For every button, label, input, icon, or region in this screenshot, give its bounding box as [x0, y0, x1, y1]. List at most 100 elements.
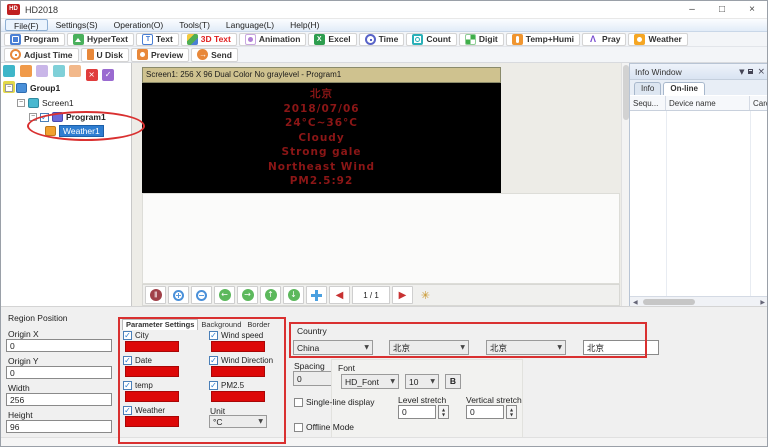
menu-help[interactable]: Help(H)	[282, 19, 327, 31]
wind-direction-checkbox[interactable]: ✓	[209, 356, 218, 365]
copy-icon[interactable]	[19, 65, 32, 77]
date-checkbox[interactable]: ✓	[123, 356, 132, 365]
move-right-button[interactable]: →	[237, 286, 258, 304]
digit-button[interactable]: Digit	[458, 32, 504, 46]
close-panel-icon[interactable]: ×	[757, 67, 765, 77]
width-field[interactable]	[6, 393, 112, 406]
collapse-icon[interactable]: −	[29, 113, 37, 121]
weather-color-swatch[interactable]	[125, 416, 179, 427]
menu-tools[interactable]: Tools(T)	[171, 19, 218, 31]
country-select[interactable]: China ▼	[293, 340, 373, 355]
animation-button[interactable]: Animation	[238, 32, 307, 46]
send-button[interactable]: Send	[191, 47, 238, 62]
text-button[interactable]: Text	[135, 32, 179, 46]
tree-item-weather1[interactable]: Weather1	[45, 125, 104, 137]
pause-button[interactable]: ∥	[145, 286, 166, 304]
unit-select[interactable]: °C ▼	[209, 415, 267, 428]
offline-mode-checkbox[interactable]: ✓	[294, 422, 303, 432]
pm25-checkbox-row[interactable]: ✓ PM2.5	[209, 381, 244, 390]
city-input[interactable]	[583, 340, 659, 355]
3dtext-button[interactable]: 3D Text	[180, 32, 237, 46]
next-program-button[interactable]: ▶	[392, 286, 413, 304]
scrollbar-thumb[interactable]	[643, 299, 695, 305]
udisk-button[interactable]: U Disk	[80, 47, 129, 62]
hypertext-button[interactable]: HyperText	[66, 32, 134, 46]
adjust-time-button[interactable]: Adjust Time	[4, 47, 79, 62]
column-sequence[interactable]: Sequ...	[630, 96, 666, 110]
pray-button[interactable]: Pray	[582, 32, 627, 46]
wind-speed-checkbox-row[interactable]: ✓ Wind speed	[209, 331, 263, 340]
zoom-in-button[interactable]: +	[168, 286, 189, 304]
led-preview[interactable]: 北京 2018/07/06 24°C~36°C Cloudy Strong ga…	[142, 83, 501, 193]
collapse-icon[interactable]: −	[5, 84, 13, 92]
prev-program-button[interactable]: ◀	[329, 286, 350, 304]
preview-button[interactable]: Preview	[130, 47, 190, 62]
zoom-out-button[interactable]: −	[191, 286, 212, 304]
tab-info[interactable]: Info	[634, 82, 662, 95]
paste-icon[interactable]	[36, 65, 49, 77]
pm25-checkbox[interactable]: ✓	[209, 381, 218, 390]
origin-y-field[interactable]	[6, 366, 112, 379]
temp-color-swatch[interactable]	[125, 391, 179, 402]
menu-settings[interactable]: Settings(S)	[48, 19, 106, 31]
column-device-name[interactable]: Device name	[666, 96, 750, 110]
tab-border[interactable]: Border	[244, 320, 273, 330]
menu-language[interactable]: Language(L)	[218, 19, 282, 31]
menu-file[interactable]: File(F)	[5, 19, 48, 31]
pin-icon[interactable]	[748, 69, 754, 74]
province-select[interactable]: 北京 ▼	[389, 340, 469, 355]
count-button[interactable]: Count	[406, 32, 457, 46]
spin-down-icon[interactable]: ▼	[510, 412, 513, 417]
move-down-button[interactable]: ↓	[283, 286, 304, 304]
vertical-stretch-spinner[interactable]: ▲ ▼	[506, 405, 517, 419]
level-stretch-field[interactable]	[398, 405, 436, 419]
single-line-checkbox[interactable]: ✓	[294, 397, 303, 407]
bold-button[interactable]: B	[445, 374, 461, 389]
tab-background[interactable]: Background	[198, 320, 244, 330]
weather-checkbox[interactable]: ✓	[123, 406, 132, 415]
delete-icon[interactable]: ×	[85, 69, 98, 81]
offline-mode-row[interactable]: ✓Offline Mode	[294, 422, 354, 432]
settings-button[interactable]: ✳	[415, 286, 436, 304]
program-button[interactable]: Program	[4, 32, 65, 46]
move-center-button[interactable]	[306, 286, 327, 304]
minimize-button[interactable]: –	[677, 1, 707, 19]
move-up-button[interactable]: ↑	[260, 286, 281, 304]
collapse-icon[interactable]: −	[17, 99, 25, 107]
origin-x-field[interactable]	[6, 339, 112, 352]
wind-speed-color-swatch[interactable]	[211, 341, 265, 352]
close-button[interactable]: ×	[737, 1, 767, 19]
vertical-stretch-field[interactable]	[466, 405, 504, 419]
move-left-button[interactable]: ←	[214, 286, 235, 304]
new-screen-icon[interactable]	[3, 65, 15, 77]
height-field[interactable]	[6, 420, 112, 433]
spin-down-icon[interactable]: ▼	[442, 412, 445, 417]
tree-item-program1[interactable]: − ✓ Program1	[29, 111, 106, 123]
date-color-swatch[interactable]	[125, 366, 179, 377]
dropdown-icon[interactable]: ▼	[739, 68, 744, 76]
temp-checkbox-row[interactable]: ✓ temp	[123, 381, 153, 390]
weather-button[interactable]: Weather	[628, 32, 688, 46]
time-button[interactable]: Time	[358, 32, 405, 46]
wind-direction-checkbox-row[interactable]: ✓ Wind Direction	[209, 356, 273, 365]
city-select[interactable]: 北京 ▼	[486, 340, 566, 355]
import-icon[interactable]	[69, 65, 82, 77]
tree-item-group1[interactable]: − Group1	[5, 82, 60, 94]
city-checkbox[interactable]: ✓	[123, 331, 132, 340]
wind-speed-checkbox[interactable]: ✓	[209, 331, 218, 340]
apply-icon[interactable]: ✓	[102, 69, 115, 81]
tab-online[interactable]: On-line	[663, 82, 705, 95]
menu-operation[interactable]: Operation(O)	[106, 19, 172, 31]
excel-button[interactable]: Excel	[308, 32, 357, 46]
single-line-row[interactable]: ✓Single-line display	[294, 397, 375, 407]
city-color-swatch[interactable]	[125, 341, 179, 352]
editor-vertical-scrollbar[interactable]	[621, 63, 629, 306]
level-stretch-spinner[interactable]: ▲ ▼	[438, 405, 449, 419]
program-checkbox[interactable]: ✓	[40, 112, 49, 122]
column-card[interactable]: Card	[750, 96, 767, 110]
maximize-button[interactable]: □	[707, 1, 737, 19]
wind-direction-color-swatch[interactable]	[211, 366, 265, 377]
pm25-color-swatch[interactable]	[211, 391, 265, 402]
temp-checkbox[interactable]: ✓	[123, 381, 132, 390]
tab-parameter-settings[interactable]: Parameter Settings	[122, 319, 199, 330]
